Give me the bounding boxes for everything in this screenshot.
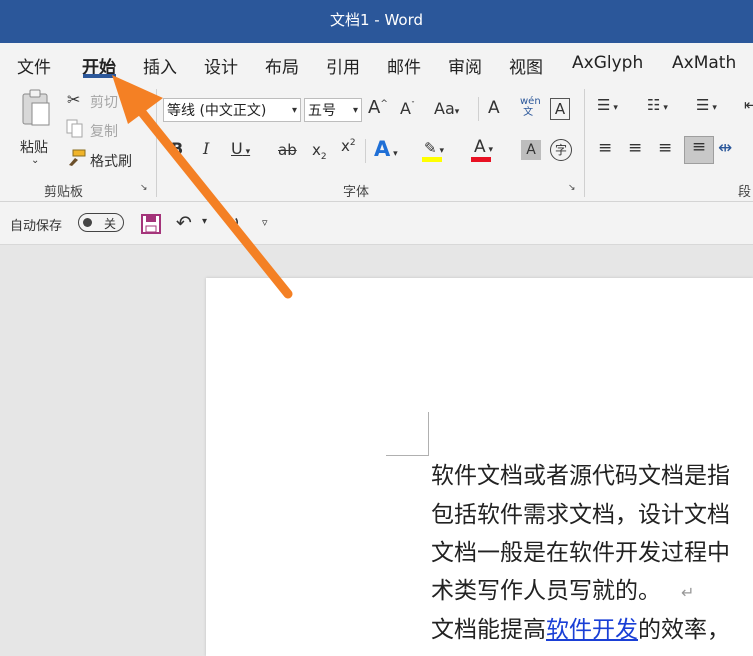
- annotation-arrow: [112, 75, 293, 299]
- arrow-shaft: [127, 95, 293, 299]
- arrow-head: [112, 75, 163, 124]
